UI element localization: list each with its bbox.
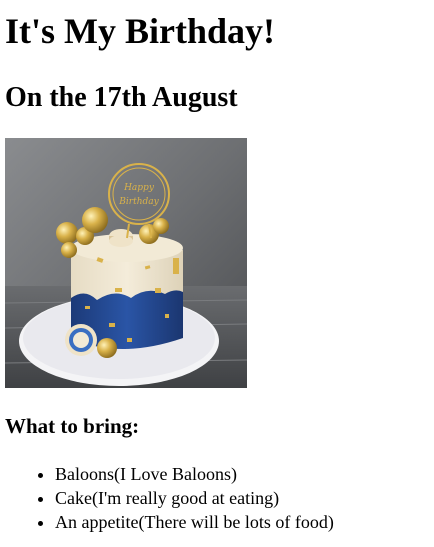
bring-heading: What to bring: [5,414,140,438]
topper-text: Happy [123,183,155,193]
macaron-side [65,324,97,356]
list-item: Baloons(I Love Baloons) [55,462,434,486]
bring-list: Baloons(I Love Baloons) Cake(I'm really … [5,462,434,534]
cake-image: Happy Birthday [5,138,247,388]
svg-text:Birthday: Birthday [118,197,159,207]
page-title: It's My Birthday! [5,11,275,51]
list-item: Cake(I'm really good at eating) [55,486,434,510]
page-content: It's My Birthday! On the 17th August Hap… [0,0,434,534]
page-subtitle: On the 17th August [5,82,238,113]
list-item: An appetite(There will be lots of food) [55,510,434,534]
